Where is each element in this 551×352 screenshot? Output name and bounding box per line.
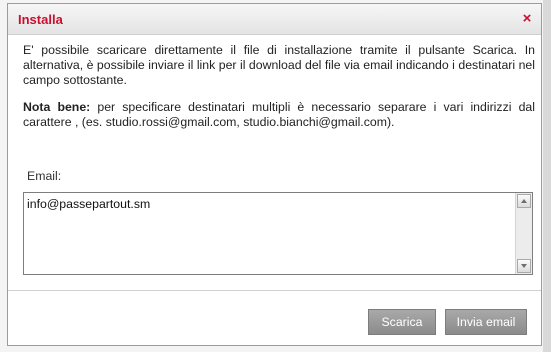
description-text: E' possibile scaricare direttamente il f… bbox=[23, 43, 535, 87]
arrow-up-icon bbox=[521, 199, 527, 203]
scroll-down-button[interactable] bbox=[517, 259, 531, 273]
dialog-titlebar[interactable]: Installa × bbox=[8, 4, 541, 35]
email-scrollbar[interactable] bbox=[515, 193, 532, 274]
dialog-title: Installa bbox=[18, 12, 63, 27]
scroll-up-button[interactable] bbox=[517, 194, 531, 208]
note-text: Nota bene: per specificare destinatari m… bbox=[23, 100, 535, 130]
scarica-button[interactable]: Scarica bbox=[368, 309, 436, 335]
install-dialog: Installa × E' possibile scaricare dirett… bbox=[7, 3, 542, 346]
email-label: Email: bbox=[27, 169, 62, 183]
background-strip bbox=[543, 0, 551, 352]
email-value[interactable]: info@passepartout.sm bbox=[27, 197, 150, 211]
dialog-content: E' possibile scaricare direttamente il f… bbox=[23, 43, 535, 130]
close-icon[interactable]: × bbox=[519, 11, 535, 27]
note-label: Nota bene: bbox=[23, 100, 91, 114]
invia-email-button[interactable]: Invia email bbox=[445, 309, 527, 335]
arrow-down-icon bbox=[521, 264, 527, 268]
footer-divider bbox=[8, 290, 541, 291]
email-field[interactable]: info@passepartout.sm bbox=[23, 192, 533, 275]
note-body: per specificare destinatari multipli è n… bbox=[23, 100, 535, 129]
